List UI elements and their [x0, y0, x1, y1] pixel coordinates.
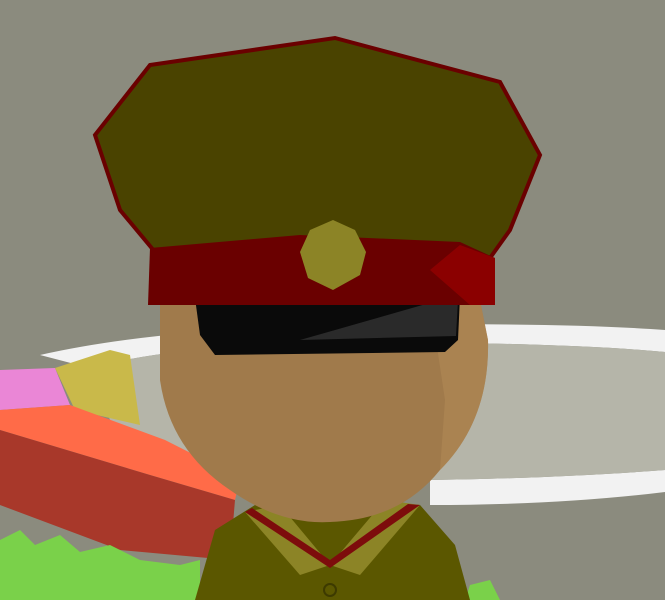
- uniform-button: [323, 583, 337, 597]
- game-viewport: [0, 0, 665, 600]
- peaked-cap: [92, 35, 543, 305]
